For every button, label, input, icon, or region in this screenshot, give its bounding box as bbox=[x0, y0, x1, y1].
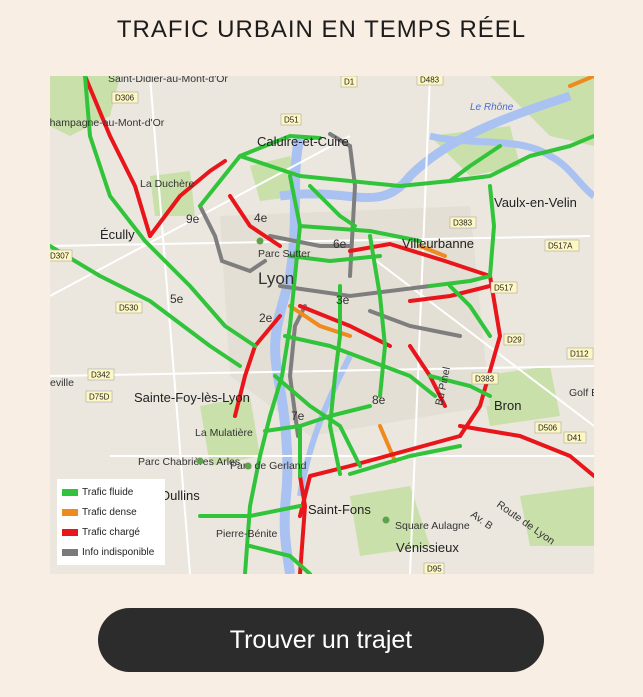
road-d75d: D75D bbox=[89, 393, 110, 402]
road-d517: D517 bbox=[494, 284, 514, 293]
road-d95: D95 bbox=[427, 565, 442, 574]
place-saint-fons: Saint-Fons bbox=[308, 502, 371, 517]
place-caluire: Caluire-et-Cuire bbox=[257, 134, 349, 149]
road-d506: D506 bbox=[538, 424, 558, 433]
road-d51: D51 bbox=[284, 116, 299, 125]
arrondissement-5e: 5e bbox=[170, 292, 184, 306]
legend-label-dense: Trafic dense bbox=[82, 506, 137, 518]
place-oullins: Oullins bbox=[160, 488, 200, 503]
traffic-legend: Trafic fluide Trafic dense Trafic chargé… bbox=[57, 479, 165, 565]
page-title: TRAFIC URBAIN EN TEMPS RÉEL bbox=[116, 16, 527, 43]
arrondissement-7e: 7e bbox=[291, 409, 305, 423]
legend-item-loaded: Trafic chargé bbox=[62, 522, 160, 542]
legend-item-unavailable: Info indisponible bbox=[62, 542, 160, 562]
place-la-duchere: La Duchère bbox=[140, 178, 194, 190]
legend-swatch-dense bbox=[62, 508, 78, 516]
legend-swatch-unavailable bbox=[62, 548, 78, 556]
place-parc-gerland: Parc de Gerland bbox=[230, 460, 307, 472]
place-la-mulatiere: La Mulatière bbox=[195, 427, 253, 439]
road-d530: D530 bbox=[119, 304, 139, 313]
legend-swatch-loaded bbox=[62, 528, 78, 536]
legend-label-unavailable: Info indisponible bbox=[82, 546, 155, 558]
place-square-aulagne: Square Aulagne bbox=[395, 520, 470, 532]
road-d342: D342 bbox=[91, 371, 111, 380]
road-d112: D112 bbox=[570, 350, 589, 359]
place-lyon: Lyon bbox=[258, 269, 294, 288]
legend-swatch-fluid bbox=[62, 488, 78, 496]
find-route-button[interactable]: Trouver un trajet bbox=[98, 608, 544, 672]
road-d517a: D517A bbox=[548, 242, 573, 251]
place-villeurbanne: Villeurbanne bbox=[402, 236, 474, 251]
road-d383-south: D383 bbox=[475, 375, 495, 384]
arrondissement-3e: 3e bbox=[336, 293, 350, 307]
legend-label-loaded: Trafic chargé bbox=[82, 526, 140, 538]
road-d383-north: D383 bbox=[453, 219, 473, 228]
road-d306: D306 bbox=[115, 94, 135, 103]
place-parc-sutter: Parc Sutter bbox=[258, 248, 311, 260]
arrondissement-8e: 8e bbox=[372, 393, 386, 407]
arrondissement-4e: 4e bbox=[254, 211, 268, 225]
place-vaulx: Vaulx-en-Velin bbox=[494, 195, 577, 210]
traffic-map[interactable]: Saint-Didier-au-Mont-d'Or Champagne-au-M… bbox=[50, 76, 594, 574]
road-d1: D1 bbox=[344, 78, 355, 87]
place-ecully: Écully bbox=[100, 227, 135, 242]
legend-label-fluid: Trafic fluide bbox=[82, 486, 134, 498]
legend-item-dense: Trafic dense bbox=[62, 502, 160, 522]
arrondissement-2e: 2e bbox=[259, 311, 273, 325]
road-d29: D29 bbox=[507, 336, 522, 345]
place-golf-bron: Golf Bron Lyon bbox=[569, 387, 594, 399]
place-pierre-benite: Pierre-Bénite bbox=[216, 528, 277, 540]
place-eville: eville bbox=[50, 377, 74, 389]
place-champagne: Champagne-au-Mont-d'Or bbox=[50, 117, 165, 129]
arrondissement-9e: 9e bbox=[186, 212, 200, 226]
river-label-rhone: Le Rhône bbox=[470, 102, 514, 113]
place-sainte-foy: Sainte-Foy-lès-Lyon bbox=[134, 390, 250, 405]
road-d307: D307 bbox=[50, 252, 70, 261]
legend-item-fluid: Trafic fluide bbox=[62, 482, 160, 502]
road-d483: D483 bbox=[420, 76, 440, 85]
place-venissieux: Vénissieux bbox=[396, 540, 459, 555]
arrondissement-6e: 6e bbox=[333, 237, 347, 251]
place-saint-didier: Saint-Didier-au-Mont-d'Or bbox=[108, 76, 228, 85]
place-parc-chabrieres: Parc Chabrières Arles bbox=[138, 456, 240, 468]
road-d41: D41 bbox=[567, 434, 582, 443]
place-bron: Bron bbox=[494, 398, 521, 413]
